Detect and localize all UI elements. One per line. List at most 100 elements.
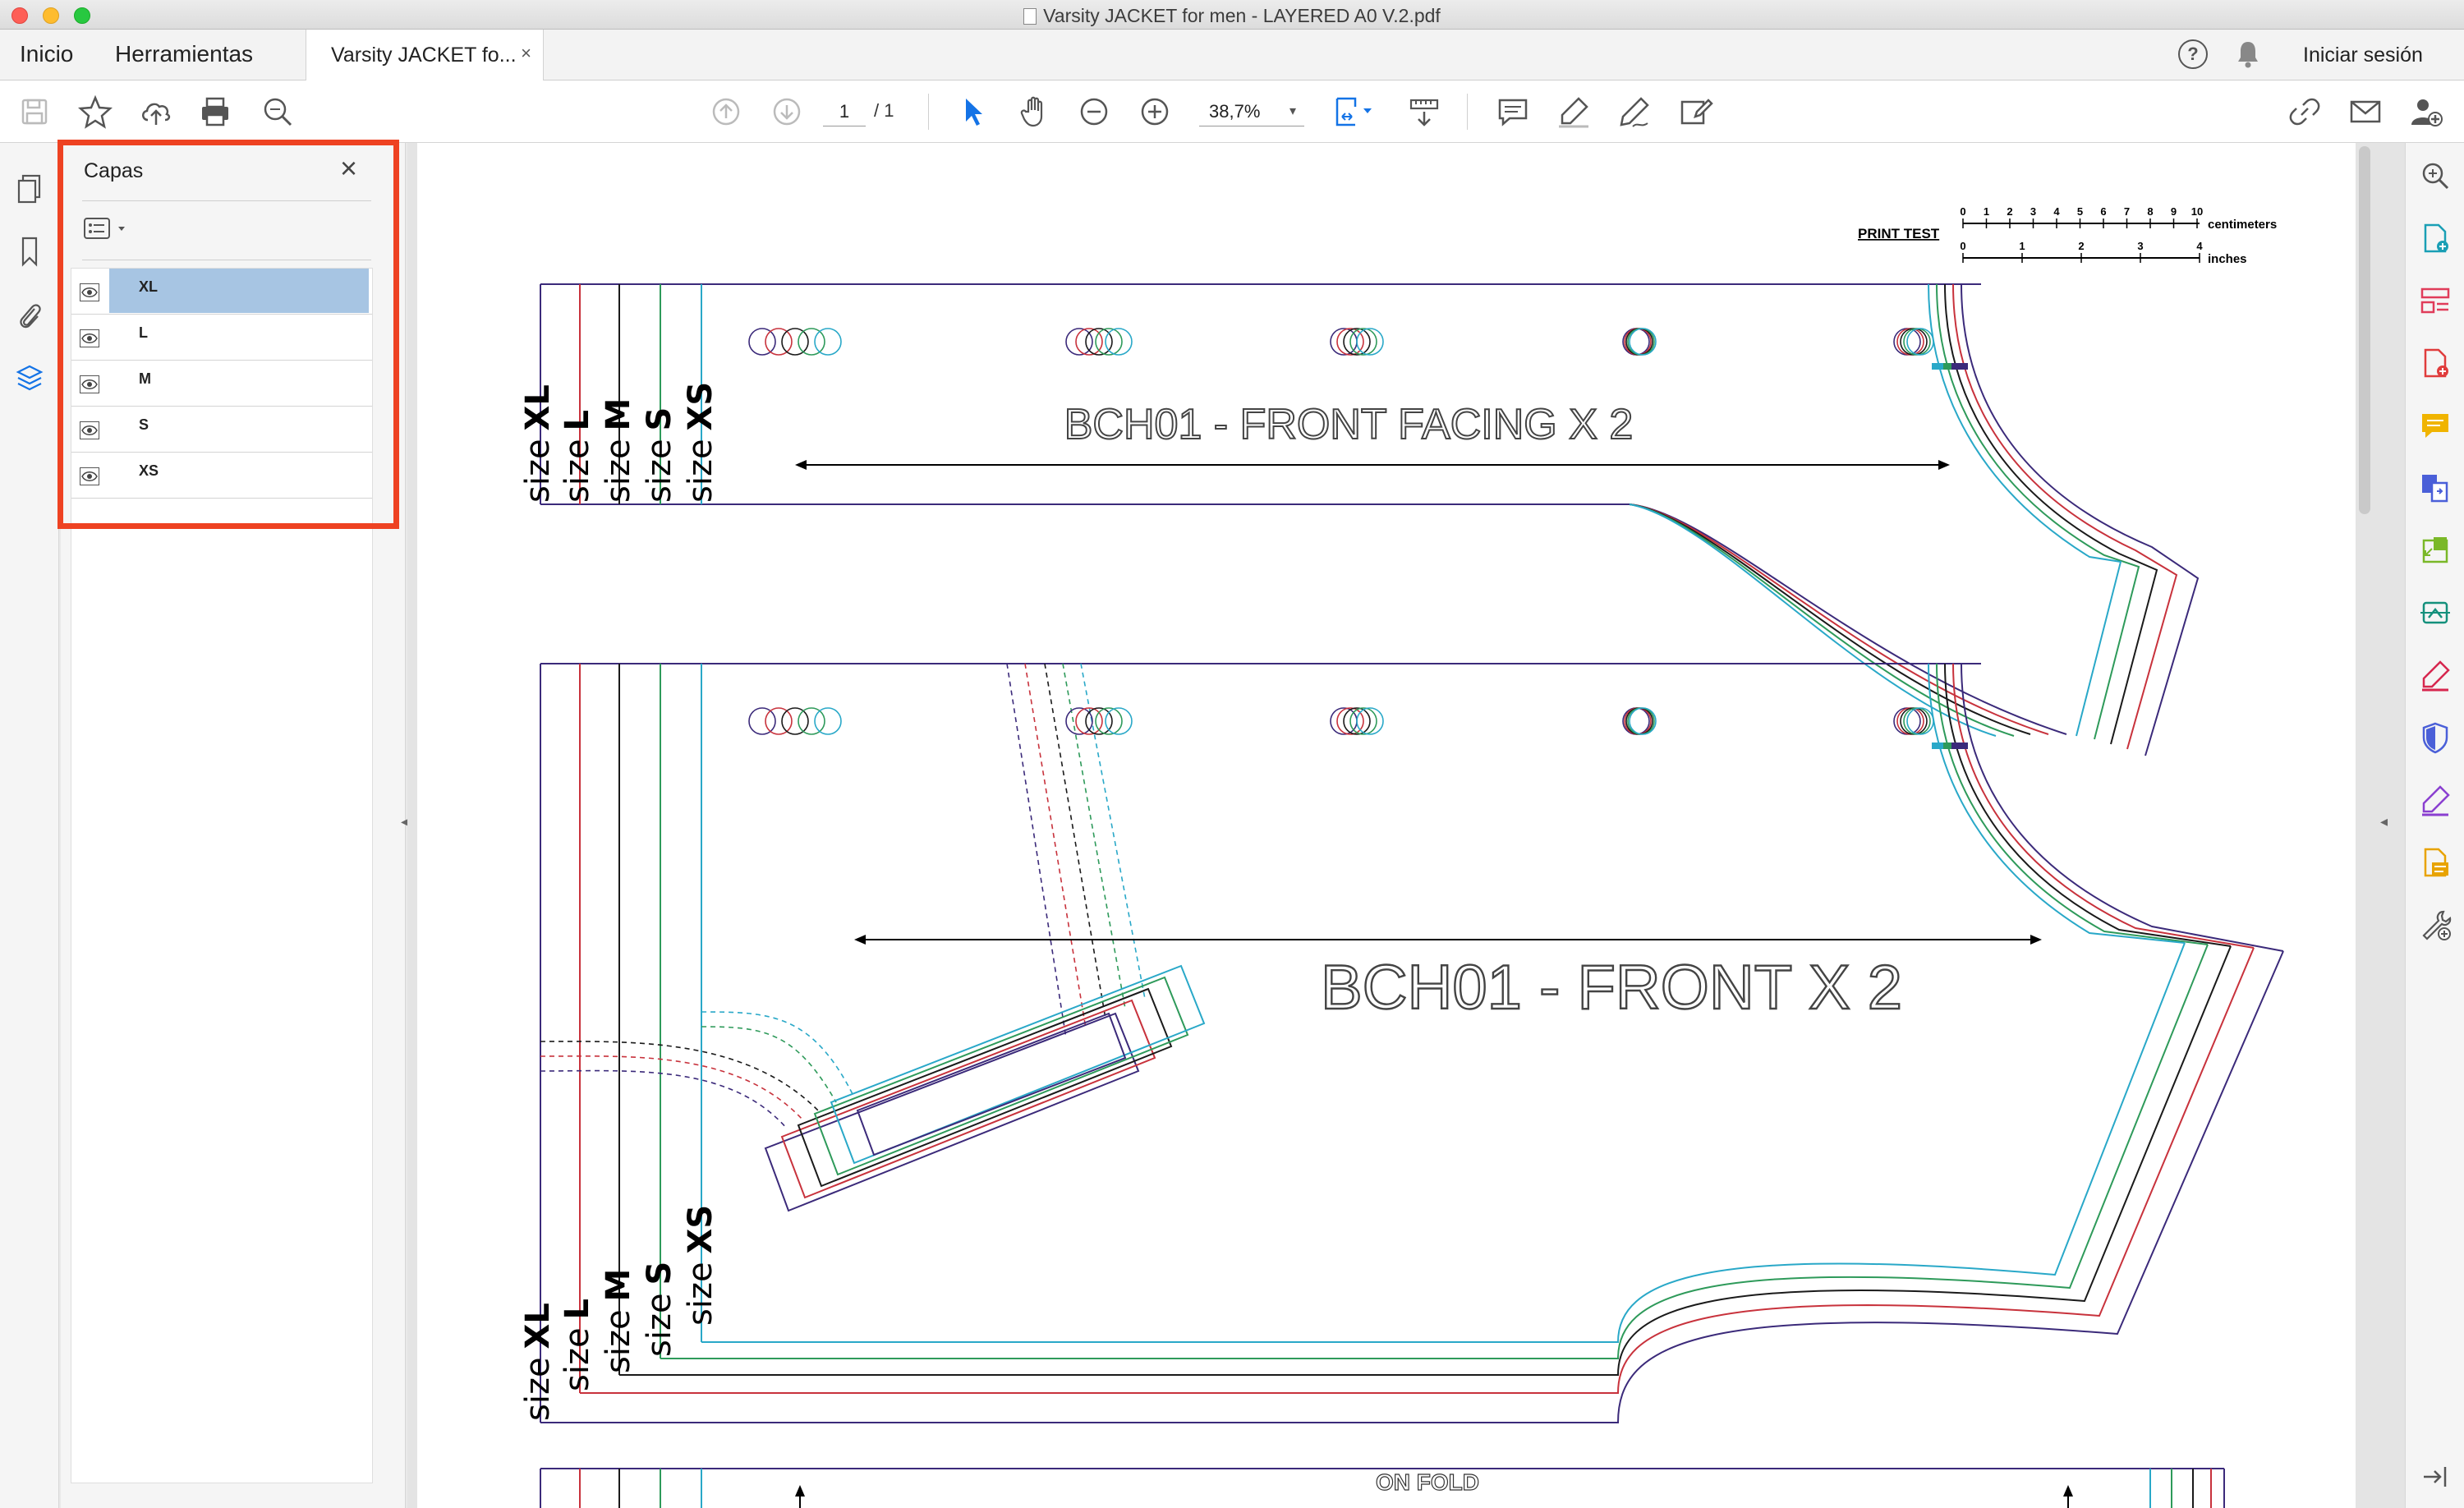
notch-marker-circle [1627, 328, 1655, 356]
size-label: size S [641, 407, 678, 503]
inch-tick-label: 1 [2019, 240, 2025, 252]
page-number-input[interactable]: 1 [823, 97, 866, 126]
request-signature-icon[interactable] [2419, 784, 2452, 816]
bookmark-star-icon[interactable] [77, 94, 113, 130]
export-pdf-icon[interactable] [2419, 222, 2452, 255]
zoom-in-icon[interactable] [1137, 94, 1173, 130]
select-cursor-icon[interactable] [956, 94, 992, 130]
notch-marker-circle [1629, 328, 1657, 356]
create-pdf-icon[interactable] [2419, 347, 2452, 379]
document-viewport[interactable]: PRINT TEST 0 1 2 3 4 5 6 7 8 9 10 0 1 2 3 4 centimeter… [407, 143, 2405, 1508]
layer-name: L [139, 324, 148, 341]
fill-and-sign-icon[interactable] [2419, 659, 2452, 692]
eye-visibility-icon[interactable] [80, 329, 99, 347]
front-facing-title: BCH01 - FRONT FACING X 2 [1064, 401, 1634, 448]
close-tab-icon[interactable]: × [521, 43, 531, 64]
scan-ocr-icon[interactable] [2419, 596, 2452, 629]
layer-row[interactable]: M [71, 361, 372, 407]
panel-divider [82, 200, 371, 201]
comment-icon[interactable] [1495, 94, 1531, 130]
close-icon[interactable]: × [340, 151, 357, 186]
protect-shield-icon[interactable] [2419, 721, 2452, 754]
email-icon[interactable] [2347, 94, 2384, 130]
save-icon[interactable] [16, 94, 53, 130]
draw-pen-icon[interactable] [1616, 94, 1653, 130]
previous-page-icon[interactable] [708, 94, 744, 130]
scroll-mode-icon[interactable] [1406, 94, 1442, 130]
size-label-prefix: size [641, 1293, 678, 1357]
bookmarks-icon[interactable] [15, 235, 44, 268]
eye-visibility-icon[interactable] [80, 283, 99, 301]
cm-scale-label: centimeters [2208, 218, 2277, 232]
size-label-prefix: size [641, 439, 678, 503]
notch-marker-circle [1624, 707, 1652, 735]
tools-tab[interactable]: Herramientas [115, 41, 253, 67]
layers-icon[interactable] [15, 361, 44, 394]
more-tools-icon[interactable] [2419, 908, 2452, 941]
cm-scale-ticks: 0 1 2 3 4 5 6 7 8 9 10 [1960, 205, 2203, 228]
zoom-level-value: 38,7% [1209, 101, 1261, 122]
size-label: size S [641, 1262, 678, 1357]
size-label: size XL [519, 384, 557, 503]
sign-in-button[interactable]: Iniciar sesión [2303, 44, 2423, 67]
layers-panel: Capas × XL L M S XS [61, 143, 406, 1508]
notch-marker-circle [798, 328, 825, 356]
compress-pdf-icon[interactable] [2419, 534, 2452, 567]
search-zoom-icon[interactable] [260, 94, 296, 130]
eye-visibility-icon[interactable] [80, 467, 99, 485]
layer-row[interactable]: XS [71, 453, 372, 499]
size-label-value: S [641, 1262, 678, 1285]
help-icon[interactable]: ? [2178, 39, 2208, 69]
pdf-page: PRINT TEST 0 1 2 3 4 5 6 7 8 9 10 0 1 2 3 4 centimeter… [417, 143, 2356, 1508]
organize-pages-icon[interactable] [2419, 284, 2452, 317]
attachments-icon[interactable] [15, 299, 44, 332]
comment-tool-icon[interactable] [2419, 409, 2452, 442]
toolbar-divider [1467, 94, 1468, 130]
cm-tick-label: 8 [2147, 205, 2153, 218]
collapse-right-panel-handle[interactable]: ◂ [2380, 813, 2388, 830]
document-tab[interactable]: Varsity JACKET fo... × [306, 30, 544, 80]
toolbar-divider [928, 94, 929, 130]
eye-visibility-icon[interactable] [80, 421, 99, 439]
highlight-pen-icon[interactable] [1556, 94, 1592, 130]
toolbar: 1 / 1 38,7% ▾ [0, 80, 2464, 143]
collapse-tools-icon[interactable] [2419, 1460, 2452, 1493]
layer-row[interactable]: XL [71, 269, 372, 315]
notch-marker-circle [1900, 707, 1928, 735]
layer-row[interactable]: L [71, 315, 372, 361]
add-user-icon[interactable] [2408, 94, 2444, 130]
print-icon[interactable] [197, 94, 233, 130]
page-thumbnails-icon[interactable] [15, 172, 44, 205]
edit-text-icon[interactable] [1677, 94, 1713, 130]
size-label: size M [600, 1269, 637, 1373]
eye-visibility-icon[interactable] [80, 375, 99, 393]
cm-tick-label: 5 [2077, 205, 2083, 218]
notch-marker-circle [748, 707, 776, 735]
zoom-out-icon[interactable] [1076, 94, 1112, 130]
left-navigation-rail [0, 143, 59, 1508]
edit-pdf-icon[interactable] [2419, 846, 2452, 879]
search-tools-icon[interactable] [2419, 159, 2452, 192]
next-page-icon[interactable] [769, 94, 805, 130]
combine-files-icon[interactable] [2419, 471, 2452, 504]
size-label-value: L [559, 1299, 596, 1320]
share-link-icon[interactable] [2287, 94, 2323, 130]
upload-cloud-icon[interactable] [138, 94, 174, 130]
home-tab[interactable]: Inicio [20, 41, 73, 67]
layer-row[interactable]: S [71, 407, 372, 453]
page-total: / 1 [874, 100, 894, 121]
size-label-value: XS [682, 1205, 719, 1254]
size-label-prefix: size [519, 1357, 557, 1421]
inch-scale-label: inches [2208, 252, 2247, 266]
fit-page-icon[interactable] [1331, 94, 1377, 130]
cm-tick-label: 0 [1960, 205, 1965, 218]
notch-marker-circle [1622, 707, 1650, 735]
layer-options-button[interactable] [84, 217, 133, 246]
notifications-bell-icon[interactable] [2236, 39, 2260, 73]
list-options-icon [84, 218, 125, 239]
hand-tool-icon[interactable] [1017, 94, 1053, 130]
notch-marker-circle [781, 328, 809, 356]
vertical-scrollbar-thumb[interactable] [2359, 146, 2370, 514]
zoom-level-select[interactable]: 38,7% ▾ [1199, 97, 1304, 126]
size-label-value: XL [519, 1303, 557, 1349]
